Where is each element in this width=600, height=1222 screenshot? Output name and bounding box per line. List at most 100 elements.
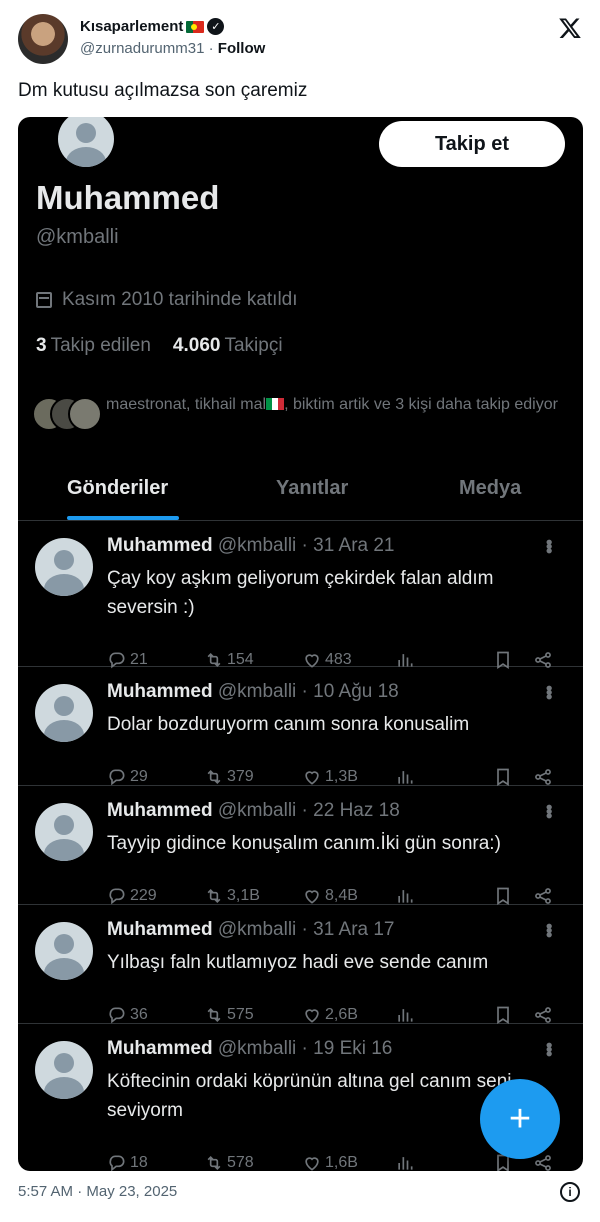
following-count-row: 3 Takip edilen xyxy=(36,335,151,357)
post-header: Muhammed @kmballi · 19 Eki 16 xyxy=(107,1038,392,1060)
more-options-icon: ••• xyxy=(539,539,559,552)
follow-button: Takip et xyxy=(379,121,565,167)
embedded-screenshot[interactable]: Takip et Muhammed @kmballi Kasım 2010 ta… xyxy=(18,117,583,1171)
active-tab-indicator xyxy=(67,516,179,520)
follow-link[interactable]: Follow xyxy=(218,40,266,57)
profile-handle: @kmballi xyxy=(36,226,119,248)
post-meta: @kmballi · 22 Haz 18 xyxy=(217,800,400,821)
like-count: 1,6B xyxy=(325,1154,358,1171)
post-avatar xyxy=(35,922,93,980)
author-name-row[interactable]: Kısaparlement ✓ xyxy=(80,18,225,35)
bookmark-action xyxy=(493,1005,513,1025)
post-avatar xyxy=(35,538,93,596)
post-item: Muhammed @kmballi · 31 Ara 17 ••• Yılbaşı … xyxy=(18,905,583,1025)
profile-avatar xyxy=(58,117,114,167)
views-icon xyxy=(398,890,413,903)
profile-tabs: Gönderiler Yanıtlar Medya xyxy=(18,463,583,521)
share-icon xyxy=(535,1155,551,1171)
views-icon xyxy=(398,1009,413,1022)
heart-icon xyxy=(305,890,319,904)
followed-by: maestronat, tikhail mal , biktim artik ve… xyxy=(32,393,572,443)
post-item: Muhammed @kmballi · 31 Ara 21 ••• Çay koy … xyxy=(18,521,583,670)
post-author-name: Muhammed xyxy=(107,919,213,940)
portugal-flag-icon xyxy=(186,20,205,33)
followed-by-text: maestronat, tikhail mal , biktim artik ve… xyxy=(106,393,566,417)
author-handle[interactable]: @zurnadurumm31 xyxy=(80,40,204,57)
post-header: Muhammed @kmballi · 10 Ağu 18 xyxy=(107,681,399,703)
repost-count: 3,1B xyxy=(227,887,260,904)
views-action xyxy=(395,1005,415,1025)
views-icon xyxy=(398,771,413,784)
tweet-text: Dm kutusu açılmazsa son çaremiz xyxy=(18,80,308,101)
post-text: Tayyip gidince konuşalım canım.İki gün s… xyxy=(107,833,501,854)
more-options-icon: ••• xyxy=(539,923,559,936)
following-label: Takip edilen xyxy=(50,335,151,356)
tab-media: Medya xyxy=(459,477,522,499)
joined-text: Kasım 2010 tarihinde katıldı xyxy=(62,289,298,310)
like-count: 2,6B xyxy=(325,1006,358,1023)
reply-action: 229 xyxy=(107,886,157,906)
post-meta: @kmballi · 31 Ara 17 xyxy=(217,919,395,940)
heart-icon xyxy=(305,1157,319,1171)
share-action xyxy=(533,1153,553,1171)
tweet-timestamp[interactable]: 5:57 AM · May 23, 2025 xyxy=(18,1183,177,1200)
reply-icon xyxy=(109,1007,125,1024)
post-item: Muhammed @kmballi · 10 Ağu 18 ••• Dolar bo… xyxy=(18,667,583,787)
share-icon xyxy=(535,1007,551,1023)
info-icon[interactable]: i xyxy=(560,1182,580,1202)
more-options-icon: ••• xyxy=(539,685,559,698)
bookmark-icon xyxy=(497,1006,509,1025)
repost-action: 578 xyxy=(204,1153,254,1171)
post-avatar xyxy=(35,803,93,861)
followed-by-prefix: maestronat, tikhail mal xyxy=(106,396,267,413)
post-avatar xyxy=(35,1041,93,1099)
repost-icon xyxy=(207,888,221,904)
like-count: 1,3B xyxy=(325,768,358,785)
embed-header: Kısaparlement ✓ @zurnadurumm31 · Follow xyxy=(18,12,584,68)
reply-icon xyxy=(109,888,125,905)
heart-icon xyxy=(305,771,319,785)
compose-button: + xyxy=(480,1079,560,1159)
follow-counts: 3 Takip edilen 4.060 Takipçi xyxy=(36,335,283,357)
views-icon xyxy=(398,1157,413,1170)
repost-count: 379 xyxy=(227,768,254,785)
followers-count: 4.060 xyxy=(172,335,221,356)
profile-name: Muhammed xyxy=(36,179,220,216)
reply-count: 36 xyxy=(130,1006,148,1023)
author-name[interactable]: Kısaparlement xyxy=(80,18,183,35)
heart-icon xyxy=(305,1009,319,1023)
followers-label: Takipçi xyxy=(224,335,283,356)
post-header: Muhammed @kmballi · 31 Ara 17 xyxy=(107,919,395,941)
separator-dot: · xyxy=(208,40,214,57)
tab-replies: Yanıtlar xyxy=(276,477,349,499)
more-options-icon: ••• xyxy=(539,804,559,817)
reply-action: 18 xyxy=(107,1153,148,1171)
tab-posts: Gönderiler xyxy=(67,477,169,499)
post-author-name: Muhammed xyxy=(107,800,213,821)
bookmark-icon xyxy=(497,768,509,787)
share-icon xyxy=(535,888,551,904)
post-author-name: Muhammed xyxy=(107,681,213,702)
repost-icon xyxy=(207,769,221,785)
verified-badge-icon: ✓ xyxy=(207,18,225,35)
following-count: 3 xyxy=(36,335,47,356)
post-text: Dolar bozduruyorm canım sonra konusalim xyxy=(107,714,470,735)
reply-count: 229 xyxy=(130,887,157,904)
like-action: 8,4B xyxy=(302,886,358,906)
share-action xyxy=(533,886,553,906)
views-action xyxy=(395,767,415,787)
x-logo-icon[interactable] xyxy=(558,16,582,40)
author-handle-row: @zurnadurumm31 · Follow xyxy=(80,40,265,57)
post-meta: @kmballi · 19 Eki 16 xyxy=(217,1038,393,1059)
post-header: Muhammed @kmballi · 31 Ara 21 xyxy=(107,535,395,557)
share-action xyxy=(533,1005,553,1025)
reply-count: 18 xyxy=(130,1154,148,1171)
author-avatar[interactable] xyxy=(18,14,68,64)
repost-action: 3,1B xyxy=(204,886,260,906)
post-author-name: Muhammed xyxy=(107,1038,213,1059)
joined-date: Kasım 2010 tarihinde katıldı xyxy=(36,289,298,311)
post-meta: @kmballi · 31 Ara 21 xyxy=(217,535,395,556)
repost-icon xyxy=(207,1007,221,1023)
reply-action: 36 xyxy=(107,1005,148,1025)
share-action xyxy=(533,767,553,787)
